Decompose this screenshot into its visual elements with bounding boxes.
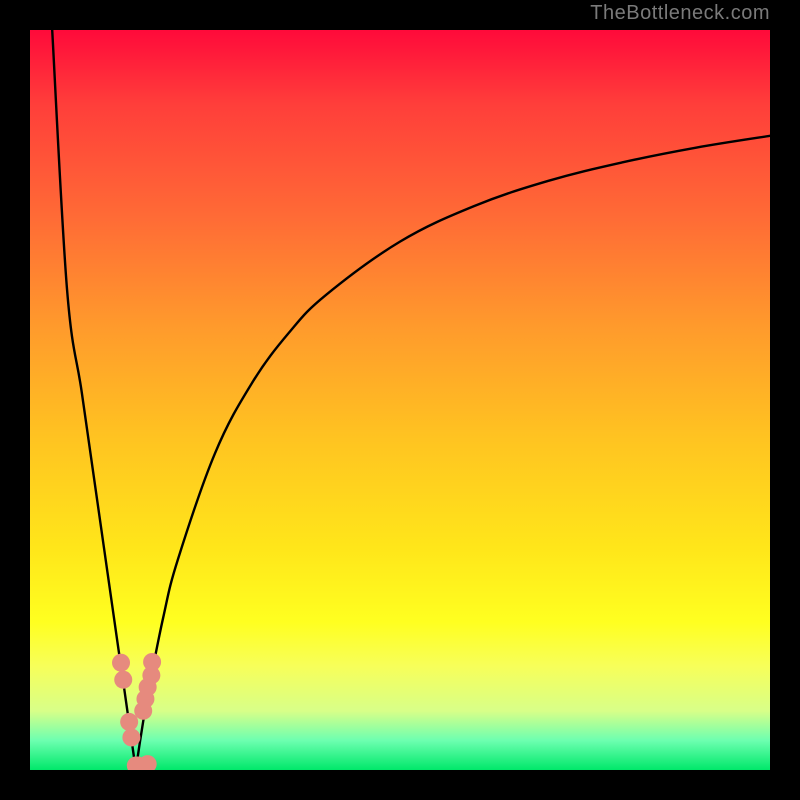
data-marker [120,713,138,731]
data-marker [114,671,132,689]
data-marker [139,678,157,696]
data-marker [122,728,140,746]
curve-right-branch [136,136,770,770]
data-marker [112,654,130,672]
watermark-text: TheBottleneck.com [590,2,770,25]
bottleneck-curve-chart [30,30,770,770]
data-marker [143,653,161,671]
plot-area [30,30,770,770]
chart-frame: TheBottleneck.com [0,0,800,800]
